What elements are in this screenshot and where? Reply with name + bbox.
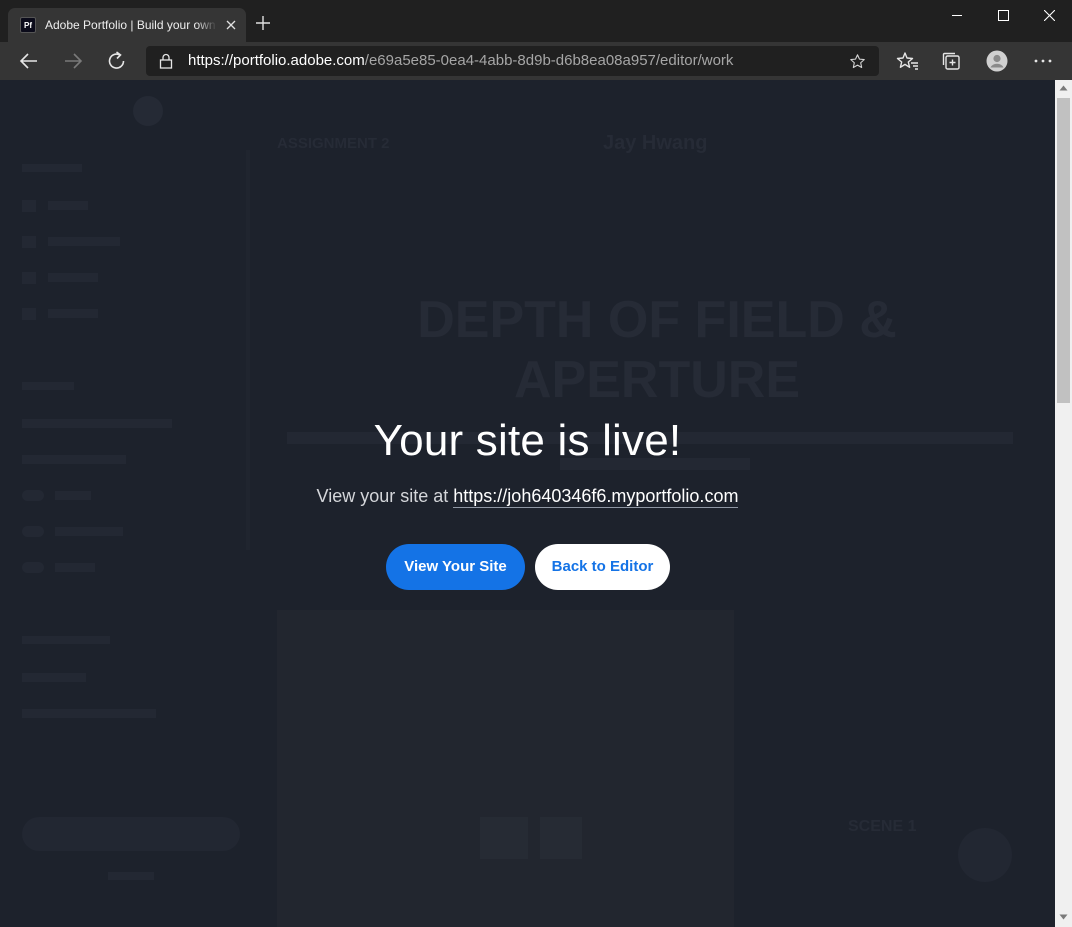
minimize-button[interactable] [934,0,980,32]
sidebar-ghost [22,709,156,718]
page-header-center: Jay Hwang [603,132,708,154]
sidebar-ghost [48,237,120,246]
address-bar[interactable]: https://portfolio.adobe.com/e69a5e85-0ea… [146,46,879,76]
scrollbar-thumb[interactable] [1057,98,1070,403]
sidebar-ghost [22,308,36,320]
sidebar-ghost [48,273,98,282]
lock-icon[interactable] [159,53,173,69]
adobe-portfolio-favicon-icon: Pf [20,17,36,33]
browser-titlebar: Pf Adobe Portfolio | Build your own pers… [0,0,1072,42]
browser-tab[interactable]: Pf Adobe Portfolio | Build your own pers… [8,8,246,42]
sidebar-ghost [22,272,36,284]
sidebar-ghost [22,200,36,212]
help-chat-button [958,828,1012,882]
sidebar-ghost [48,309,98,318]
more-menu-icon[interactable] [1031,50,1055,72]
tab-title: Adobe Portfolio | Build your own persona… [45,18,217,32]
back-to-editor-button[interactable]: Back to Editor [535,544,670,590]
hero-title-line2: APERTURE [513,351,801,409]
page-scrollbar[interactable] [1055,80,1072,927]
sidebar-ghost [22,164,82,172]
modal-title: Your site is live! [373,416,682,465]
forward-arrow-icon[interactable] [61,50,85,72]
sidebar-ghost [22,236,36,248]
publish-button [22,817,240,851]
sidebar-ghost [22,636,110,644]
sidebar-ghost [108,872,154,880]
view-your-site-button[interactable]: View Your Site [386,544,525,590]
minimize-icon [952,15,962,16]
modal-subtitle: View your site at https://joh640346f6.my… [0,484,1055,508]
add-favorite-star-icon[interactable] [849,53,866,70]
hero-title-line1: DEPTH OF FIELD & [417,291,897,349]
modal-subtitle-prefix: View your site at [316,486,449,506]
page-header-left: ASSIGNMENT 2 [277,135,390,152]
close-window-button[interactable] [1026,0,1072,32]
sidebar-ghost [22,673,86,682]
refresh-icon[interactable] [105,50,129,72]
profile-avatar-icon[interactable] [985,50,1009,72]
sidebar-ghost [22,562,44,573]
maximize-icon [998,10,1009,21]
sidebar-ghost [55,563,95,572]
browser-toolbar: https://portfolio.adobe.com/e69a5e85-0ea… [0,42,1072,80]
scroll-up-arrow-icon[interactable] [1059,84,1068,92]
collections-icon[interactable] [940,50,964,72]
close-window-icon [1044,10,1055,21]
maximize-button[interactable] [980,0,1026,32]
avatar [133,96,163,126]
scroll-down-arrow-icon[interactable] [1059,913,1068,921]
site-url-link[interactable]: https://joh640346f6.myportfolio.com [453,486,739,508]
back-arrow-icon[interactable] [17,50,41,72]
sidebar-ghost [55,527,123,536]
page-viewport: ASSIGNMENT 2 Jay Hwang DEPTH OF FIELD & … [0,80,1055,927]
close-tab-icon[interactable] [223,17,239,33]
url-text[interactable]: https://portfolio.adobe.com/e69a5e85-0ea… [188,52,733,70]
sidebar-ghost [48,201,88,210]
image-ghost [540,817,582,859]
favorites-icon[interactable] [896,50,920,72]
url-host: https://portfolio.adobe.com [188,52,365,69]
image-ghost [480,817,528,859]
url-path: /e69a5e85-0ea4-4abb-8d9b-d6b8ea08a957/ed… [364,52,734,69]
sidebar-ghost [22,526,44,537]
sidebar-ghost [22,382,74,390]
scene-label: SCENE 1 [848,818,917,835]
new-tab-plus-icon[interactable] [254,14,272,32]
content-image [277,610,734,927]
